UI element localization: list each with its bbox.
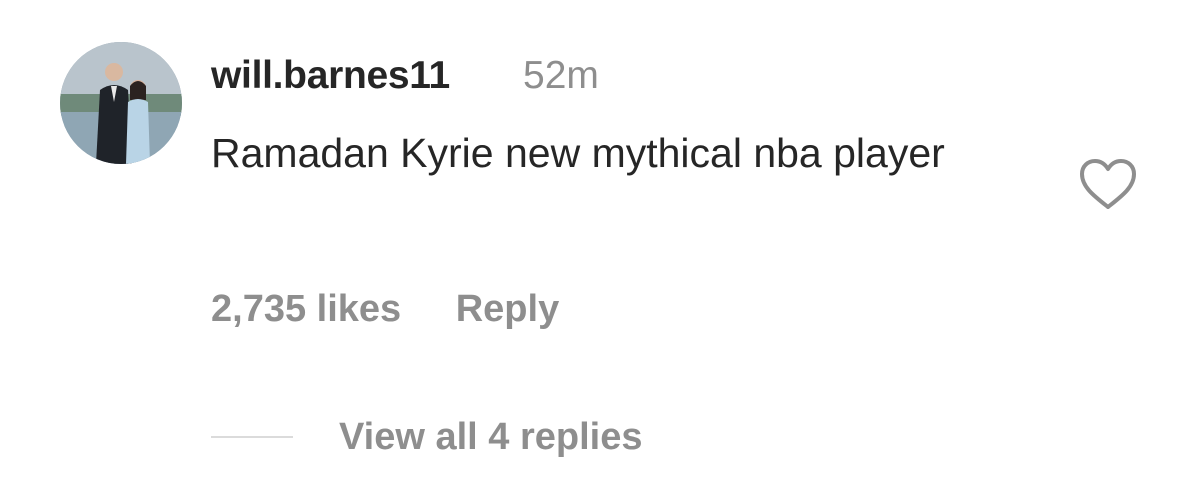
likes-count[interactable]: 2,735 likes (211, 288, 401, 331)
reply-button[interactable]: Reply (456, 288, 559, 331)
view-replies-button[interactable]: View all 4 replies (339, 416, 642, 459)
replies-divider-line (211, 436, 293, 438)
comment-item: will.barnes11 52m Ramadan Kyrie new myth… (0, 0, 1200, 483)
like-button[interactable] (1076, 155, 1140, 213)
comment-timestamp[interactable]: 52m (523, 54, 599, 98)
username-link[interactable]: will.barnes11 (211, 54, 450, 98)
heart-icon (1080, 159, 1136, 209)
comment-meta: 2,735 likes Reply (211, 288, 559, 331)
comment-text: Ramadan Kyrie new mythical nba player (211, 130, 945, 176)
avatar[interactable] (60, 42, 182, 164)
view-replies-row: View all 4 replies (211, 414, 642, 460)
avatar-photo (60, 42, 182, 164)
